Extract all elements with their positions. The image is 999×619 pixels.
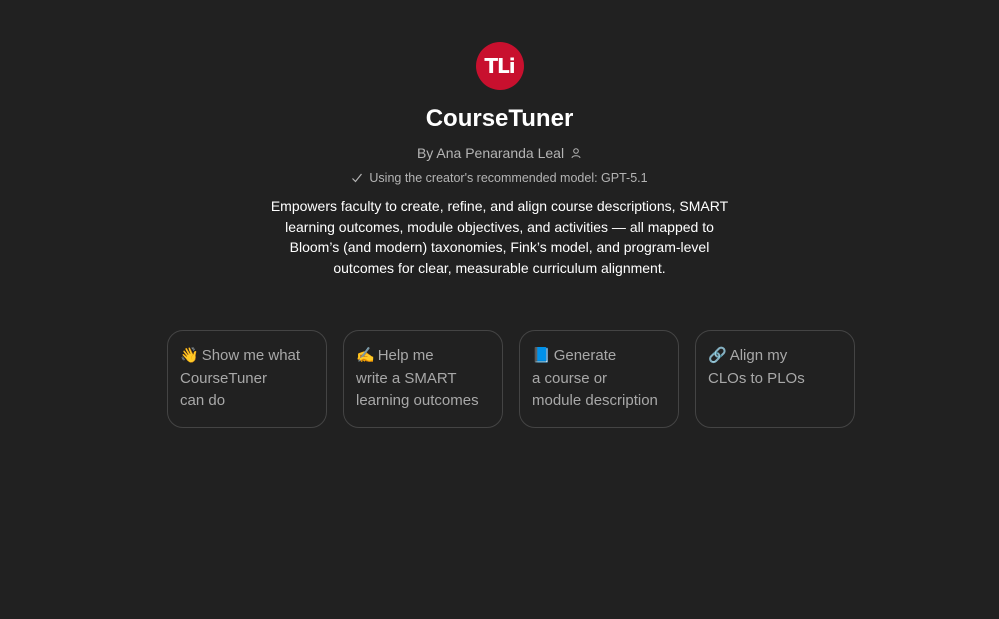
starter-line: 🔗 Align my [708, 346, 788, 364]
person-icon [570, 147, 582, 159]
gpt-landing-page: TLi CourseTuner By Ana Penaranda Leal Us… [0, 0, 999, 619]
starter-show-capabilities[interactable]: 👋 Show me what CourseTuner can do [167, 330, 327, 428]
check-icon [351, 172, 363, 184]
link-icon: 🔗 [708, 346, 727, 364]
starter-line: CourseTuner [180, 369, 267, 387]
starter-line: 👋 Show me what [180, 346, 301, 364]
creator-byline[interactable]: By Ana Penaranda Leal [417, 144, 582, 162]
starter-line: can do [180, 392, 226, 409]
model-note-text: Using the creator's recommended model: G… [369, 171, 648, 185]
gpt-title: CourseTuner [425, 105, 574, 132]
conversation-starters: 👋 Show me what CourseTuner can do ✍️ Help … [167, 330, 855, 428]
gpt-logo: TLi [475, 42, 524, 90]
starter-line: ✍️ Help me [356, 346, 434, 364]
starter-generate-description[interactable]: 📘 Generate a course or module description [519, 330, 679, 428]
writing-hand-icon: ✍️ [356, 346, 375, 364]
starter-align-clos[interactable]: 🔗 Align my CLOs to PLOs [695, 330, 855, 428]
starter-line: module description [532, 392, 658, 409]
gpt-header: TLi CourseTuner By Ana Penaranda Leal Us… [0, 42, 999, 278]
creator-name[interactable]: By Ana Penaranda Leal [417, 144, 564, 162]
starter-line: write a SMART [356, 369, 457, 387]
starter-line: CLOs to PLOs [708, 369, 805, 387]
blue-book-icon: 📘 [532, 346, 551, 364]
logo-text: TLi [484, 54, 515, 78]
starter-line: learning outcomes [356, 392, 479, 409]
gpt-description: Empowers faculty to create, refine, and … [270, 198, 729, 276]
starter-write-smart-outcomes[interactable]: ✍️ Help me write a SMART learning outcome… [343, 330, 503, 428]
starter-line: a course or [532, 369, 608, 387]
model-note: Using the creator's recommended model: G… [351, 170, 648, 186]
waving-hand-icon: 👋 [180, 346, 199, 364]
starter-line: 📘 Generate [532, 346, 617, 364]
